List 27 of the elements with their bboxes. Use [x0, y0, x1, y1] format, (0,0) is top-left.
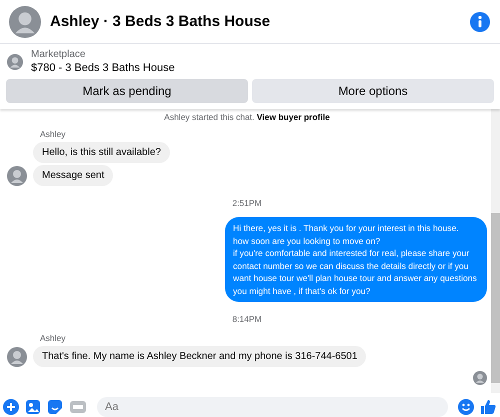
photo-icon[interactable]: [25, 399, 41, 415]
chat-title: Ashley · 3 Beds 3 Baths House: [50, 13, 272, 30]
scroll-thumb[interactable]: [491, 213, 500, 383]
message-bubble: That's fine. My name is Ashley Beckner and my phone is 316-744-6501: [33, 346, 366, 367]
timestamp: 8:14PM: [231, 314, 263, 325]
avatar-icon: [9, 6, 41, 38]
listing-title: $780 - 3 Beds 3 Baths House: [31, 62, 175, 74]
scrollbar[interactable]: [491, 109, 500, 393]
buyer-profile-link[interactable]: View buyer profile: [256, 112, 330, 122]
thumbs-up-icon[interactable]: [480, 399, 496, 415]
message-bubble: Message sent: [33, 165, 114, 186]
sticker-icon[interactable]: [47, 399, 63, 415]
listing-label: Marketplace: [31, 49, 86, 60]
message-field[interactable]: Aa: [97, 397, 448, 417]
info-icon[interactable]: [470, 12, 490, 32]
sender-name: Ashley: [40, 333, 67, 344]
notice-text: Ashley started this chat.: [164, 112, 254, 122]
plus-icon[interactable]: [3, 399, 19, 415]
emoji-icon[interactable]: [458, 399, 474, 415]
avatar-icon: [7, 54, 23, 70]
pending-button[interactable]: Mark as pending: [6, 79, 248, 103]
timestamp: 2:51PM: [231, 198, 263, 209]
message-bubble: Hello, is this still available?: [33, 142, 170, 163]
options-button[interactable]: More options: [252, 79, 494, 103]
sender-name: Ashley: [40, 129, 67, 140]
avatar-icon: [473, 371, 487, 385]
message-bubble: Hi there, yes it is . Thank you for your interest in this house. how soon are you looking to move on? if you're comfortable and interested for real, please share your contact number so we can discuss the details directly or if you want house tour we'll plan house tour and answer any questions you might have , if that's ok for you?: [225, 217, 487, 302]
